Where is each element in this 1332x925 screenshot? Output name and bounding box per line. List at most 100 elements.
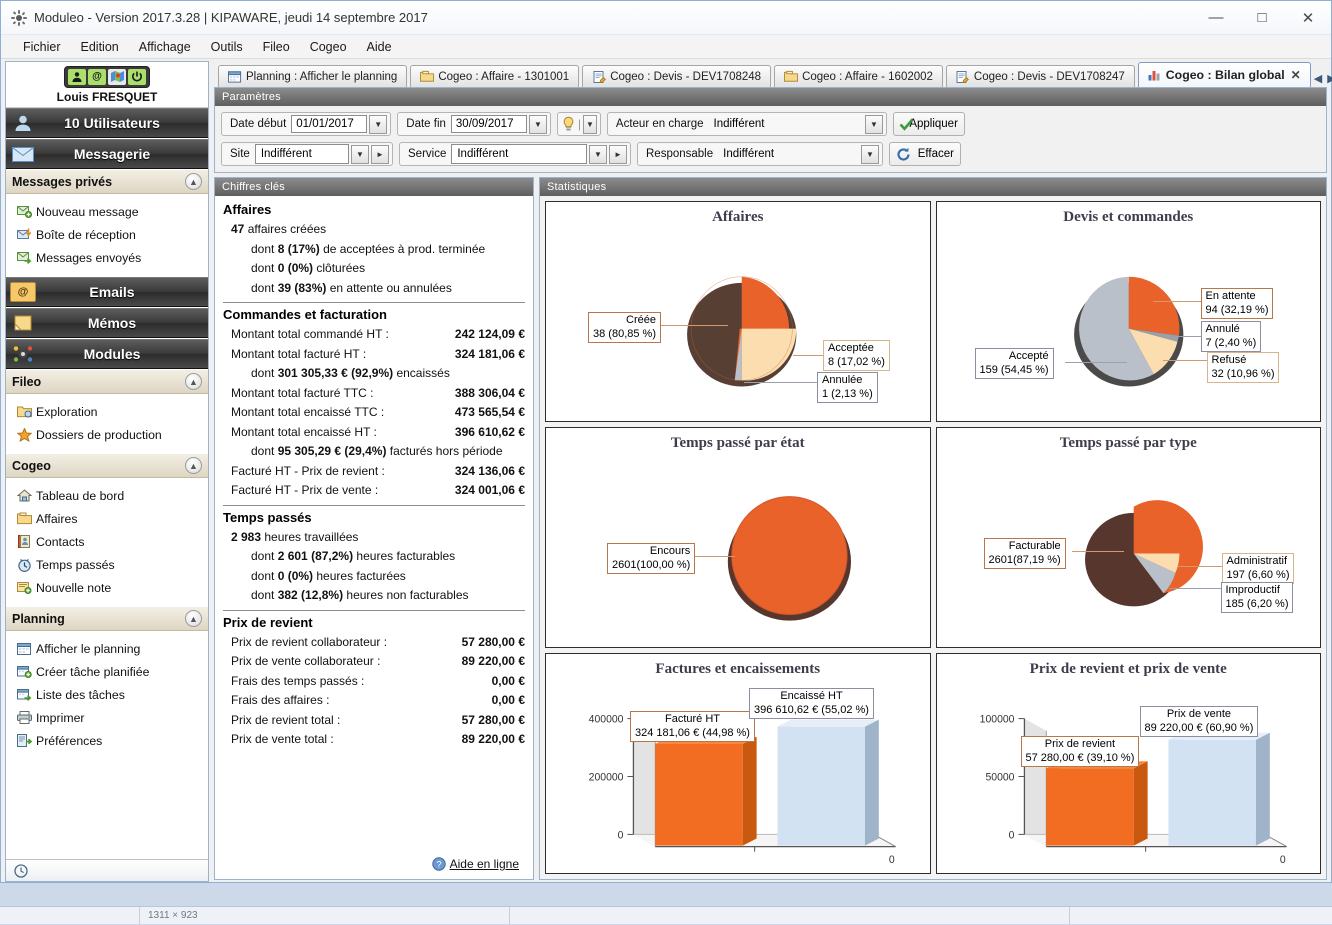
sidebar-item-message-1[interactable]: Nouveau message [16, 200, 208, 223]
lightbulb-icon[interactable] [561, 116, 576, 132]
users-icon [10, 113, 36, 133]
acteur-dropdown-icon[interactable]: ▼ [864, 114, 883, 134]
site-select[interactable]: Indifférent [254, 144, 349, 164]
parameters-row-2: Site Indifférent ▼ ► Service Indifférent… [221, 142, 1322, 166]
sidebar-item-fileo-2[interactable]: Dossiers de production [16, 423, 208, 446]
site-dropdown-icon[interactable]: ▼ [351, 144, 369, 164]
sidebar-item-fileo-label: Dossiers de production [36, 427, 162, 442]
menu-item-outils[interactable]: Outils [201, 37, 253, 57]
date-debut-dropdown-icon[interactable]: ▼ [369, 114, 388, 134]
date-fin-input[interactable]: 30/09/2017 [450, 115, 527, 133]
responsable-dropdown-icon[interactable]: ▼ [861, 144, 879, 164]
site-detail-button[interactable]: ► [371, 144, 389, 164]
sidebar-item-message-3[interactable]: Messages envoyés [16, 246, 208, 269]
minimize-button[interactable]: — [1193, 1, 1239, 35]
sidebar-group-cogeo[interactable]: Cogeo ▲ [6, 454, 208, 478]
sidebar-section-messagerie[interactable]: Messagerie [6, 139, 208, 169]
help-link[interactable]: Aide en ligne [450, 857, 519, 871]
key-figures-label: dont 382 (12,8%) heures non facturables [251, 588, 469, 602]
tab-1[interactable]: Planning : Afficher le planning [218, 65, 408, 87]
key-figures-row: Frais des temps passés : 0,00 € [223, 672, 525, 692]
responsable-select[interactable]: Indifférent [718, 144, 859, 164]
menu-item-fichier[interactable]: Fichier [13, 37, 71, 57]
key-figures-footer: ? Aide en ligne [215, 849, 533, 879]
ytick-0: 0 [618, 829, 624, 841]
date-fin-dropdown-icon[interactable]: ▼ [528, 114, 547, 134]
menu-item-fileo[interactable]: Fileo [253, 37, 300, 57]
service-group: Service Indifférent ▼ ► [399, 142, 631, 166]
callout-label: Prix de vente [1166, 708, 1232, 720]
sidebar-section-users[interactable]: 10 Utilisateurs [6, 108, 208, 138]
tab-label: Planning : Afficher le planning [246, 70, 398, 83]
sidebar-section-emails-label: Emails [89, 284, 135, 300]
sidebar-item-message-2[interactable]: Boîte de réception [16, 223, 208, 246]
key-figures-label: dont 0 (0%) heures facturées [251, 568, 406, 583]
tab-close-icon[interactable]: ✕ [1291, 68, 1301, 82]
sidebar-item-cogeo-5[interactable]: Nouvelle note [16, 576, 208, 599]
person-icon[interactable] [68, 68, 86, 85]
chart-prix-callout-2: Prix de vente 89 220,00 € (60,90 %) [1139, 706, 1259, 737]
key-figures-row: dont 0 (0%) heures facturées [223, 567, 525, 587]
chart-affaires-callout-3: Annulée 1 (2,13 %) [817, 372, 878, 403]
clock-icon[interactable] [14, 863, 28, 878]
tab-prev-icon[interactable]: ◀ [1314, 72, 1322, 85]
sidebar-section-emails[interactable]: @ Emails [6, 277, 208, 307]
sidebar-item-cogeo-4[interactable]: Temps passés [16, 553, 208, 576]
statistics-header: Statistiques [540, 178, 1326, 196]
chevron-up-icon[interactable]: ▲ [185, 610, 202, 627]
sidebar-section-modules[interactable]: Modules [6, 339, 208, 369]
callout-label: Acceptée [828, 342, 874, 354]
tab-2[interactable]: Cogeo : Affaire - 1301001 [410, 65, 580, 87]
tab-5[interactable]: Cogeo : Devis - DEV1708247 [945, 65, 1135, 87]
service-detail-button[interactable]: ► [609, 144, 627, 164]
sidebar-item-planning-4[interactable]: Imprimer [16, 706, 208, 729]
sidebar-section-memos[interactable]: Mémos [6, 308, 208, 338]
map-icon[interactable] [108, 68, 126, 85]
close-button[interactable]: ✕ [1285, 1, 1331, 35]
key-figures-row: dont 0 (0%) clôturées [223, 259, 525, 279]
sidebar-group-fileo[interactable]: Fileo ▲ [6, 370, 208, 394]
sidebar-item-planning-1[interactable]: Afficher le planning [16, 637, 208, 660]
sidebar-group-planning[interactable]: Planning ▲ [6, 607, 208, 631]
date-debut-input[interactable]: 01/01/2017 [291, 115, 368, 133]
xaxis-right: 0 [1279, 854, 1285, 866]
sidebar-item-planning-2[interactable]: Créer tâche planifiée [16, 660, 208, 683]
preset-dropdown-icon[interactable]: ▼ [583, 114, 597, 134]
sidebar-item-cogeo-3[interactable]: Contacts [16, 530, 208, 553]
chart-affaires-title: Affaires [712, 209, 764, 225]
tab-6[interactable]: Cogeo : Bilan global ✕ [1137, 62, 1311, 87]
sidebar-item-planning-3[interactable]: Liste des tâches [16, 683, 208, 706]
sidebar-item-cogeo-2[interactable]: Affaires [16, 507, 208, 530]
chevron-up-icon[interactable]: ▲ [185, 373, 202, 390]
ytick-2: 400000 [589, 714, 624, 726]
chevron-up-icon[interactable]: ▲ [185, 457, 202, 474]
menu-item-affichage[interactable]: Affichage [129, 37, 201, 57]
key-figures-value [515, 442, 525, 462]
acteur-select[interactable]: Indifférent [709, 114, 863, 134]
sidebar-group-messages-prives[interactable]: Messages privés ▲ [6, 170, 208, 194]
effacer-button[interactable]: Effacer [889, 142, 961, 166]
chart-factures-callout-2: Encaissé HT 396 610,62 € (55,02 %) [749, 688, 874, 719]
maximize-button[interactable]: □ [1239, 1, 1285, 35]
service-dropdown-icon[interactable]: ▼ [589, 144, 607, 164]
tab-next-icon[interactable]: ▶ [1327, 72, 1332, 85]
sidebar-item-cogeo-1[interactable]: Tableau de bord [16, 484, 208, 507]
appliquer-button[interactable]: Appliquer [892, 112, 965, 136]
key-figures-group-3: Temps passés 2 983 heures travaillées dont… [223, 510, 525, 611]
at-icon[interactable]: @ [88, 68, 106, 85]
charts-grid: Affaires Créée 38 (80,85 %) Acceptée 8 (… [540, 196, 1326, 879]
menu-item-aide[interactable]: Aide [357, 37, 402, 57]
chevron-up-icon[interactable]: ▲ [185, 173, 202, 190]
menu-item-edition[interactable]: Edition [71, 37, 129, 57]
sidebar-item-fileo-1[interactable]: Exploration [16, 400, 208, 423]
key-figures-row: Montant total facturé TTC : 388 306,04 € [223, 384, 525, 404]
tab-3[interactable]: Cogeo : Devis - DEV1708248 [582, 65, 772, 87]
service-select[interactable]: Indifférent [451, 144, 587, 164]
key-figures-value [515, 259, 525, 279]
chart-temps-etat-area: Encours 2601(100,00 %) [546, 456, 930, 645]
sidebar-item-planning-5[interactable]: Préférences [16, 729, 208, 752]
key-figures-row: dont 8 (17%) de acceptées à prod. termin… [223, 240, 525, 260]
menu-item-cogeo[interactable]: Cogeo [300, 37, 357, 57]
tab-4[interactable]: Cogeo : Affaire - 1602002 [774, 65, 943, 87]
power-icon[interactable] [128, 68, 146, 85]
